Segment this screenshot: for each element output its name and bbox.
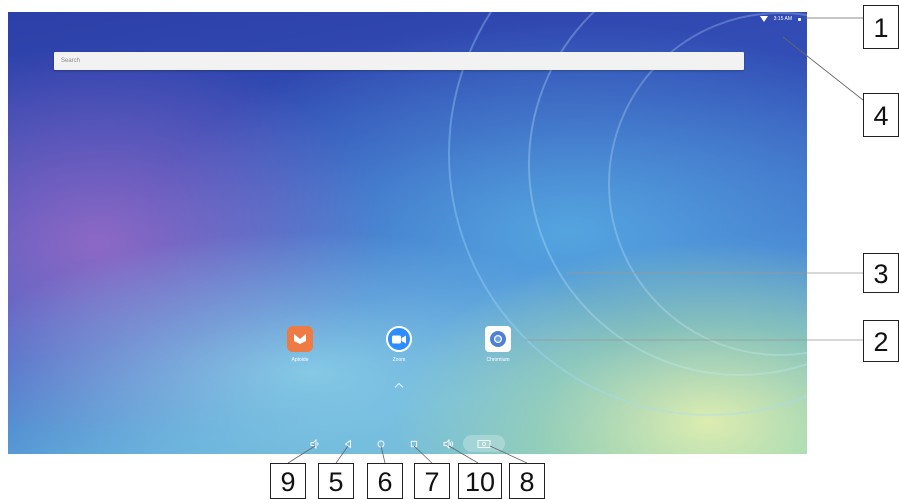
callout-4: 4: [863, 93, 899, 137]
callout-10: 10: [458, 463, 502, 499]
app-zoom[interactable]: Zoom: [369, 326, 429, 363]
callout-2: 2: [863, 320, 899, 362]
wifi-icon: [759, 16, 768, 22]
status-time: 3:15 AM: [773, 16, 792, 22]
callout-3: 3: [863, 253, 899, 293]
back-icon[interactable]: [341, 437, 355, 451]
screenshot-icon: [477, 439, 491, 448]
aptoide-icon[interactable]: [287, 326, 313, 352]
chromium-icon[interactable]: [485, 326, 511, 352]
home-icon[interactable]: [374, 437, 388, 451]
callout-7: 7: [414, 463, 450, 499]
app-chromium[interactable]: Chromium: [468, 326, 528, 363]
callout-8: 8: [509, 463, 545, 499]
recents-icon[interactable]: [407, 437, 421, 451]
callout-6: 6: [367, 463, 403, 499]
screenshot-button[interactable]: [463, 435, 505, 452]
callout-5: 5: [318, 463, 354, 499]
app-label: Chromium: [486, 357, 510, 363]
app-label: Zoom: [392, 357, 406, 363]
callout-1: 1: [863, 5, 899, 49]
volume-up-icon[interactable]: [441, 437, 455, 451]
zoom-camera-icon[interactable]: [386, 326, 412, 352]
figure: 3:15 AM Search Aptoide Zoom Chromium 1 4…: [0, 0, 899, 499]
tablet-home-screen: 3:15 AM Search Aptoide Zoom Chromium: [8, 12, 807, 454]
app-label: Aptoide: [291, 357, 309, 363]
app-drawer-chevron-icon[interactable]: [394, 382, 404, 392]
volume-down-icon[interactable]: [308, 437, 322, 451]
navigation-bar: [8, 434, 807, 454]
app-aptoide[interactable]: Aptoide: [270, 326, 330, 363]
battery-icon: [798, 17, 801, 21]
search-placeholder: Search: [61, 58, 81, 64]
search-bar[interactable]: Search: [54, 52, 744, 70]
status-bar: 3:15 AM: [759, 14, 801, 24]
callout-9: 9: [270, 463, 306, 499]
